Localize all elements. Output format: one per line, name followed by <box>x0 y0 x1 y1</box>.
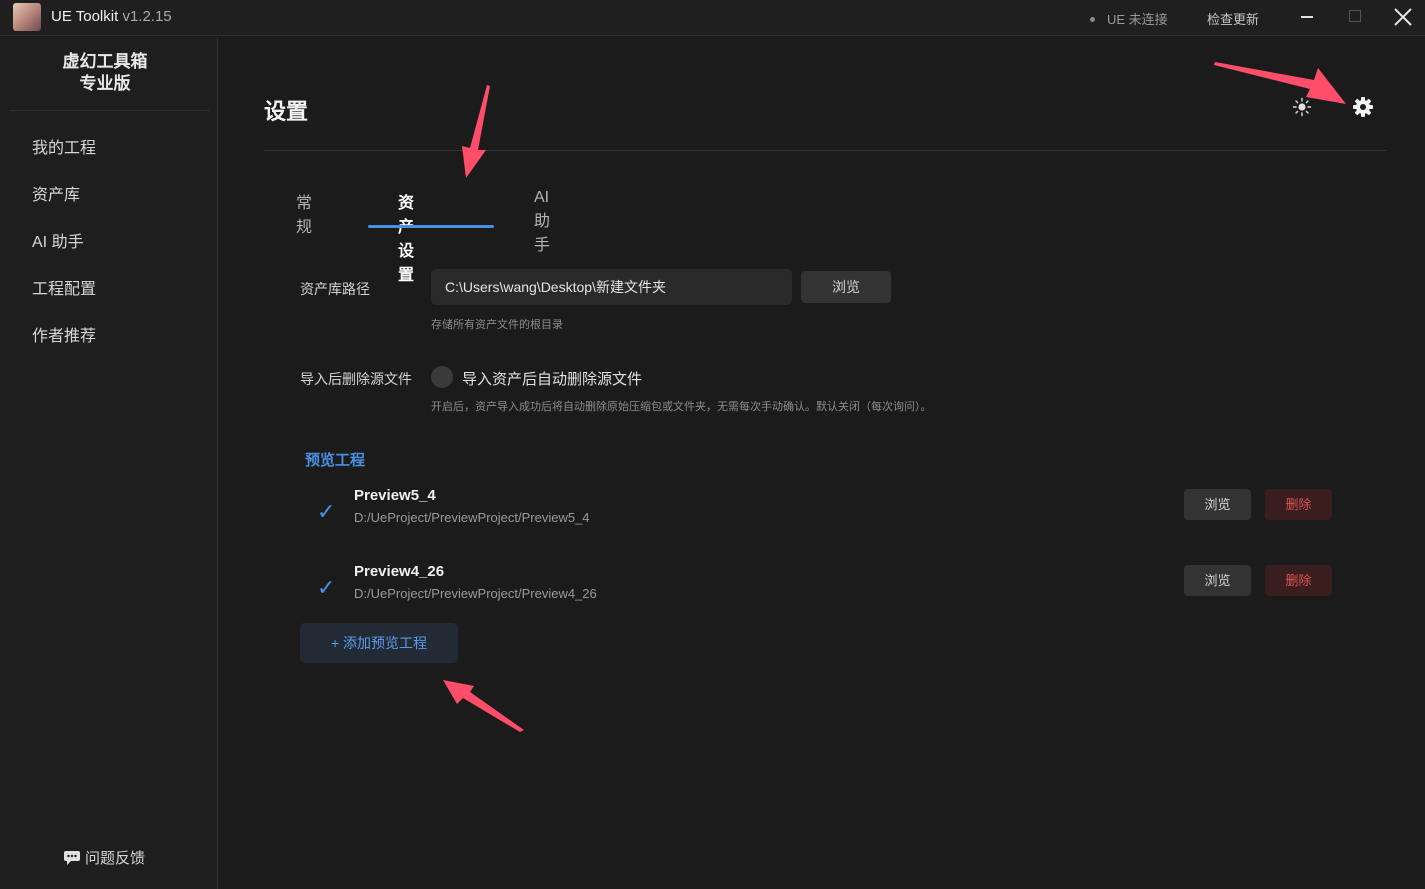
gear-icon[interactable] <box>1352 96 1374 118</box>
page-title: 设置 <box>264 99 309 124</box>
preview-project-name: Preview5_4 <box>354 487 436 504</box>
feedback-label: 问题反馈 <box>85 850 146 867</box>
ue-connection-status: UE 未连接 <box>1090 9 1168 28</box>
sun-icon[interactable] <box>1292 97 1312 117</box>
delete-source-label: 导入后删除源文件 <box>300 371 412 387</box>
title-bar: UE Toolkit v1.2.15 UE 未连接 检查更新 <box>0 0 1425 36</box>
sidebar-item-project-config[interactable]: 工程配置 <box>0 278 218 325</box>
brand-divider <box>10 110 210 111</box>
tab-general[interactable]: 常规 <box>296 189 312 237</box>
delete-source-hint: 开启后，资产导入成功后将自动删除原始压缩包或文件夹，无需每次手动确认。默认关闭（… <box>431 401 932 413</box>
title-divider <box>264 150 1386 151</box>
close-icon[interactable] <box>1392 6 1414 28</box>
minimize-icon[interactable] <box>1301 16 1313 18</box>
library-path-browse-button[interactable]: 浏览 <box>801 271 891 303</box>
brand-edition: 专业版 <box>79 74 131 93</box>
sidebar-item-ai-assistant[interactable]: AI 助手 <box>0 231 218 278</box>
library-path-hint: 存储所有资产文件的根目录 <box>431 319 563 331</box>
main-content: 设置 常规 资产设置 AI助手 <box>219 37 1425 889</box>
app-avatar-icon <box>13 3 41 31</box>
active-tab-indicator <box>368 225 494 228</box>
brand: 虚幻工具箱 专业版 <box>0 51 210 95</box>
preview-project-row: ✓ Preview5_4 D:/UeProject/PreviewProject… <box>305 483 1345 543</box>
delete-source-toggle[interactable] <box>431 366 453 388</box>
status-dot-icon <box>1090 17 1095 23</box>
tab-ai-assistant[interactable]: AI助手 <box>534 189 550 255</box>
feedback-button[interactable]: 问题反馈 <box>64 847 145 868</box>
sidebar-item-asset-library[interactable]: 资产库 <box>0 184 218 231</box>
checkmark-icon: ✓ <box>317 499 336 524</box>
brand-title: 虚幻工具箱 <box>62 52 148 71</box>
sidebar-item-author-picks[interactable]: 作者推荐 <box>0 325 218 372</box>
app-name: UE Toolkit <box>51 8 119 25</box>
preview-project-path: D:/UeProject/PreviewProject/Preview4_26 <box>354 586 597 601</box>
sidebar-nav: 我的工程 资产库 AI 助手 工程配置 作者推荐 <box>0 137 218 372</box>
preview-projects-title: 预览工程 <box>305 452 366 469</box>
preview-project-path: D:/UeProject/PreviewProject/Preview5_4 <box>354 510 590 525</box>
tab-asset-settings[interactable]: 资产设置 <box>398 189 414 285</box>
check-update-button[interactable]: 检查更新 <box>1207 9 1259 28</box>
preview-project-browse-button[interactable]: 浏览 <box>1184 489 1251 520</box>
preview-project-delete-button[interactable]: 删除 <box>1265 489 1332 520</box>
library-path-input[interactable] <box>431 269 792 305</box>
library-path-label: 资产库路径 <box>300 281 370 297</box>
checkmark-icon: ✓ <box>317 575 336 600</box>
preview-project-browse-button[interactable]: 浏览 <box>1184 565 1251 596</box>
maximize-icon[interactable] <box>1349 10 1361 22</box>
preview-project-row: ✓ Preview4_26 D:/UeProject/PreviewProjec… <box>305 559 1345 619</box>
app-version: v1.2.15 <box>122 8 172 25</box>
add-preview-project-button[interactable]: + 添加预览工程 <box>300 623 458 663</box>
ue-status-text: UE 未连接 <box>1107 12 1168 27</box>
chat-icon <box>64 851 80 865</box>
app-title: UE Toolkit v1.2.15 <box>51 8 172 25</box>
preview-project-delete-button[interactable]: 删除 <box>1265 565 1332 596</box>
preview-project-name: Preview4_26 <box>354 563 445 580</box>
sidebar-item-my-projects[interactable]: 我的工程 <box>0 137 218 184</box>
delete-source-toggle-label: 导入资产后自动删除源文件 <box>462 371 643 388</box>
sidebar: 虚幻工具箱 专业版 我的工程 资产库 AI 助手 工程配置 作者推荐 问题反馈 <box>0 37 218 889</box>
